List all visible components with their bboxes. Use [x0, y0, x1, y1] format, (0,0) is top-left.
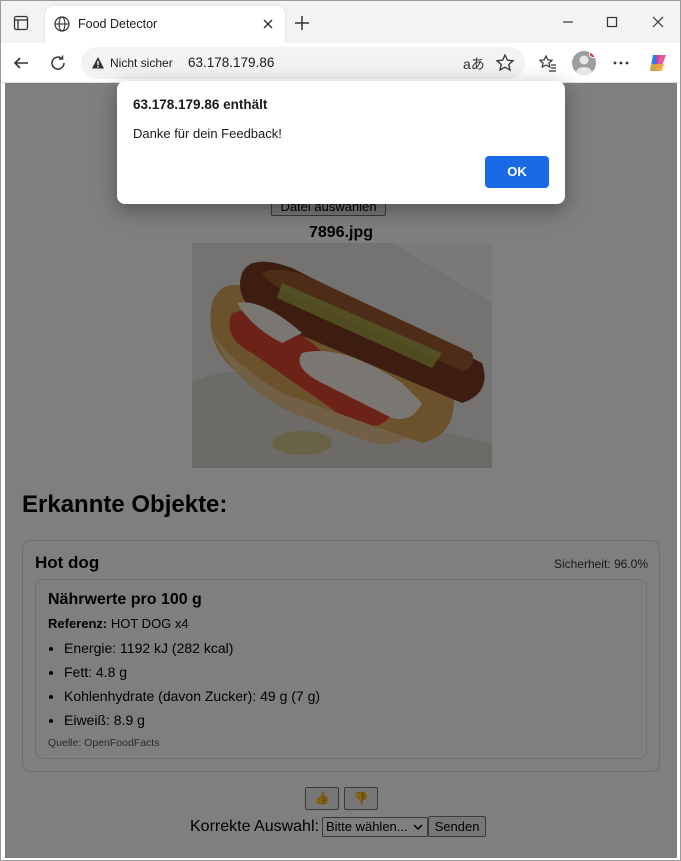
profile-avatar[interactable]	[572, 51, 596, 75]
browser-window: Food Detector Nicht sicher 63.178.179.86…	[0, 0, 681, 861]
ok-button[interactable]: OK	[485, 156, 549, 188]
favorites-list-icon[interactable]	[537, 52, 559, 74]
dialog-message: Danke für dein Feedback!	[133, 126, 282, 141]
translate-icon[interactable]: aあ	[463, 54, 485, 74]
new-tab-icon[interactable]	[291, 12, 313, 34]
security-status-label[interactable]: Nicht sicher	[110, 56, 173, 70]
globe-icon	[53, 15, 71, 33]
warning-icon[interactable]	[91, 56, 105, 70]
minimize-icon[interactable]	[555, 10, 581, 34]
alert-dialog: 63.178.179.86 enthält Danke für dein Fee…	[117, 81, 565, 204]
copilot-icon[interactable]	[647, 52, 669, 74]
favorite-star-icon[interactable]	[495, 53, 515, 73]
browser-tab[interactable]: Food Detector	[45, 6, 285, 43]
notification-dot	[589, 51, 596, 58]
title-bar: Food Detector	[1, 1, 680, 43]
more-menu-icon[interactable]	[610, 52, 632, 74]
back-arrow-icon[interactable]	[10, 52, 32, 74]
navigation-toolbar: Nicht sicher 63.178.179.86 aあ	[1, 43, 680, 83]
reload-icon[interactable]	[47, 52, 69, 74]
close-tab-icon[interactable]	[259, 15, 277, 33]
dialog-title: 63.178.179.86 enthält	[133, 97, 268, 112]
url-text[interactable]: 63.178.179.86	[188, 55, 274, 70]
window-close-icon[interactable]	[645, 10, 671, 34]
maximize-icon[interactable]	[599, 10, 625, 34]
address-bar[interactable]: Nicht sicher 63.178.179.86 aあ	[81, 47, 525, 79]
sidebar-toggle-icon[interactable]	[12, 14, 30, 32]
tab-title: Food Detector	[78, 17, 158, 31]
